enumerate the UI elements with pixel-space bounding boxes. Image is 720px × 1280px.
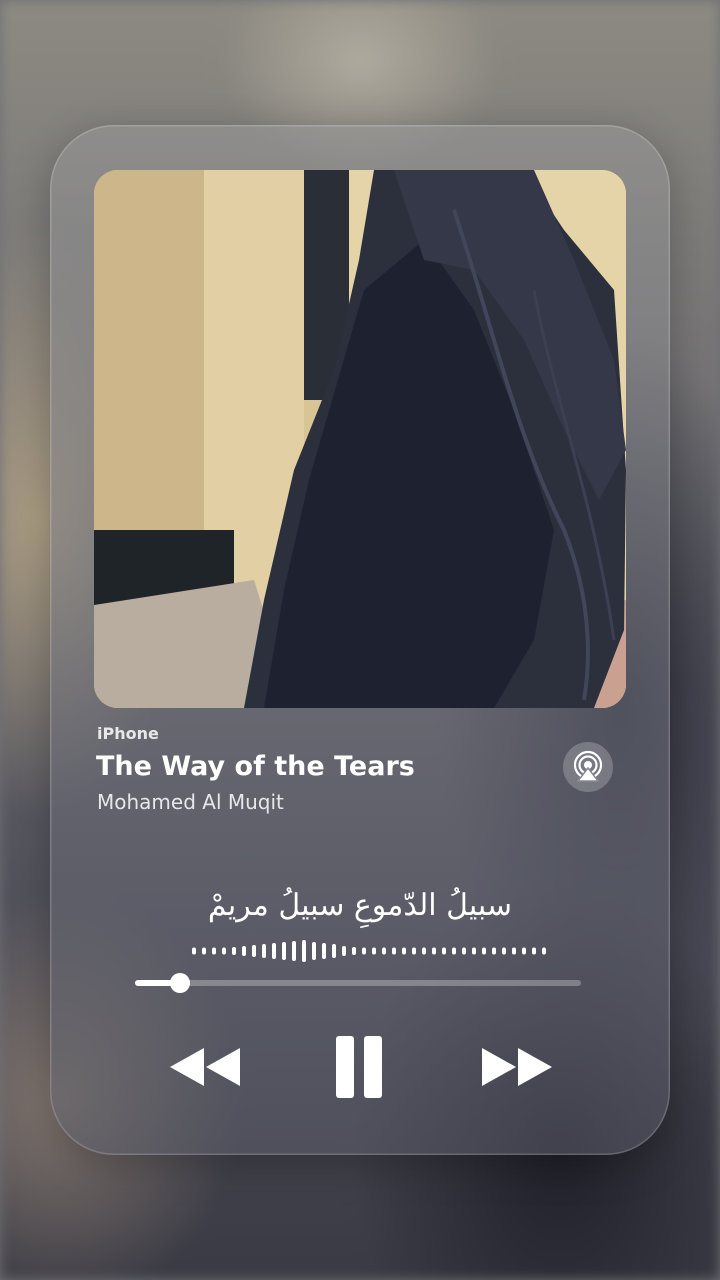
waveform-bar: [532, 947, 536, 955]
artwork-image: [94, 170, 626, 708]
waveform-bar: [502, 947, 506, 955]
artist-name[interactable]: Mohamed Al Muqit: [97, 790, 284, 814]
waveform-bar: [192, 947, 196, 955]
waveform-bar: [512, 947, 516, 955]
waveform-bar: [352, 947, 356, 955]
waveform-bar: [232, 947, 236, 955]
lyric-line: سبيلُ الدّموعِ سبيلُ مريمْ: [207, 888, 513, 923]
waveform-bar: [332, 944, 336, 958]
waveform-bar: [262, 944, 266, 958]
audio-waveform: [192, 940, 546, 962]
rewind-button[interactable]: [168, 1046, 242, 1088]
waveform-bar: [342, 946, 346, 956]
fast-forward-button[interactable]: [480, 1046, 554, 1088]
pause-button[interactable]: [334, 1034, 386, 1100]
rewind-icon: [170, 1048, 240, 1086]
waveform-bar: [472, 947, 476, 955]
waveform-bar: [372, 947, 376, 955]
output-device-label: iPhone: [97, 724, 159, 743]
waveform-bar: [382, 947, 386, 955]
waveform-bar: [272, 943, 276, 959]
waveform-bar: [432, 947, 436, 955]
pause-icon: [336, 1036, 382, 1098]
waveform-bar: [302, 940, 306, 962]
airplay-audio-icon: [573, 750, 603, 782]
waveform-bar: [322, 943, 326, 959]
airplay-button[interactable]: [563, 742, 613, 792]
waveform-bar: [292, 941, 296, 961]
waveform-bar: [222, 947, 226, 955]
fast-forward-icon: [482, 1048, 552, 1086]
waveform-bar: [462, 947, 466, 955]
waveform-bar: [312, 942, 316, 960]
waveform-bar: [242, 946, 246, 956]
waveform-bar: [522, 947, 526, 955]
progress-knob[interactable]: [169, 973, 190, 993]
waveform-bar: [542, 947, 546, 955]
album-artwork[interactable]: [94, 170, 626, 708]
waveform-bar: [442, 947, 446, 955]
waveform-bar: [282, 942, 286, 960]
waveform-bar: [212, 947, 216, 955]
waveform-bar: [452, 947, 456, 955]
waveform-bar: [492, 947, 496, 955]
waveform-bar: [392, 947, 396, 955]
waveform-bar: [252, 945, 256, 957]
waveform-bar: [482, 947, 486, 955]
waveform-bar: [202, 947, 206, 955]
waveform-bar: [412, 947, 416, 955]
waveform-bar: [402, 947, 406, 955]
waveform-bar: [422, 947, 426, 955]
track-title: The Way of the Tears: [96, 751, 415, 782]
waveform-bar: [362, 947, 366, 955]
progress-bar[interactable]: [135, 973, 581, 993]
